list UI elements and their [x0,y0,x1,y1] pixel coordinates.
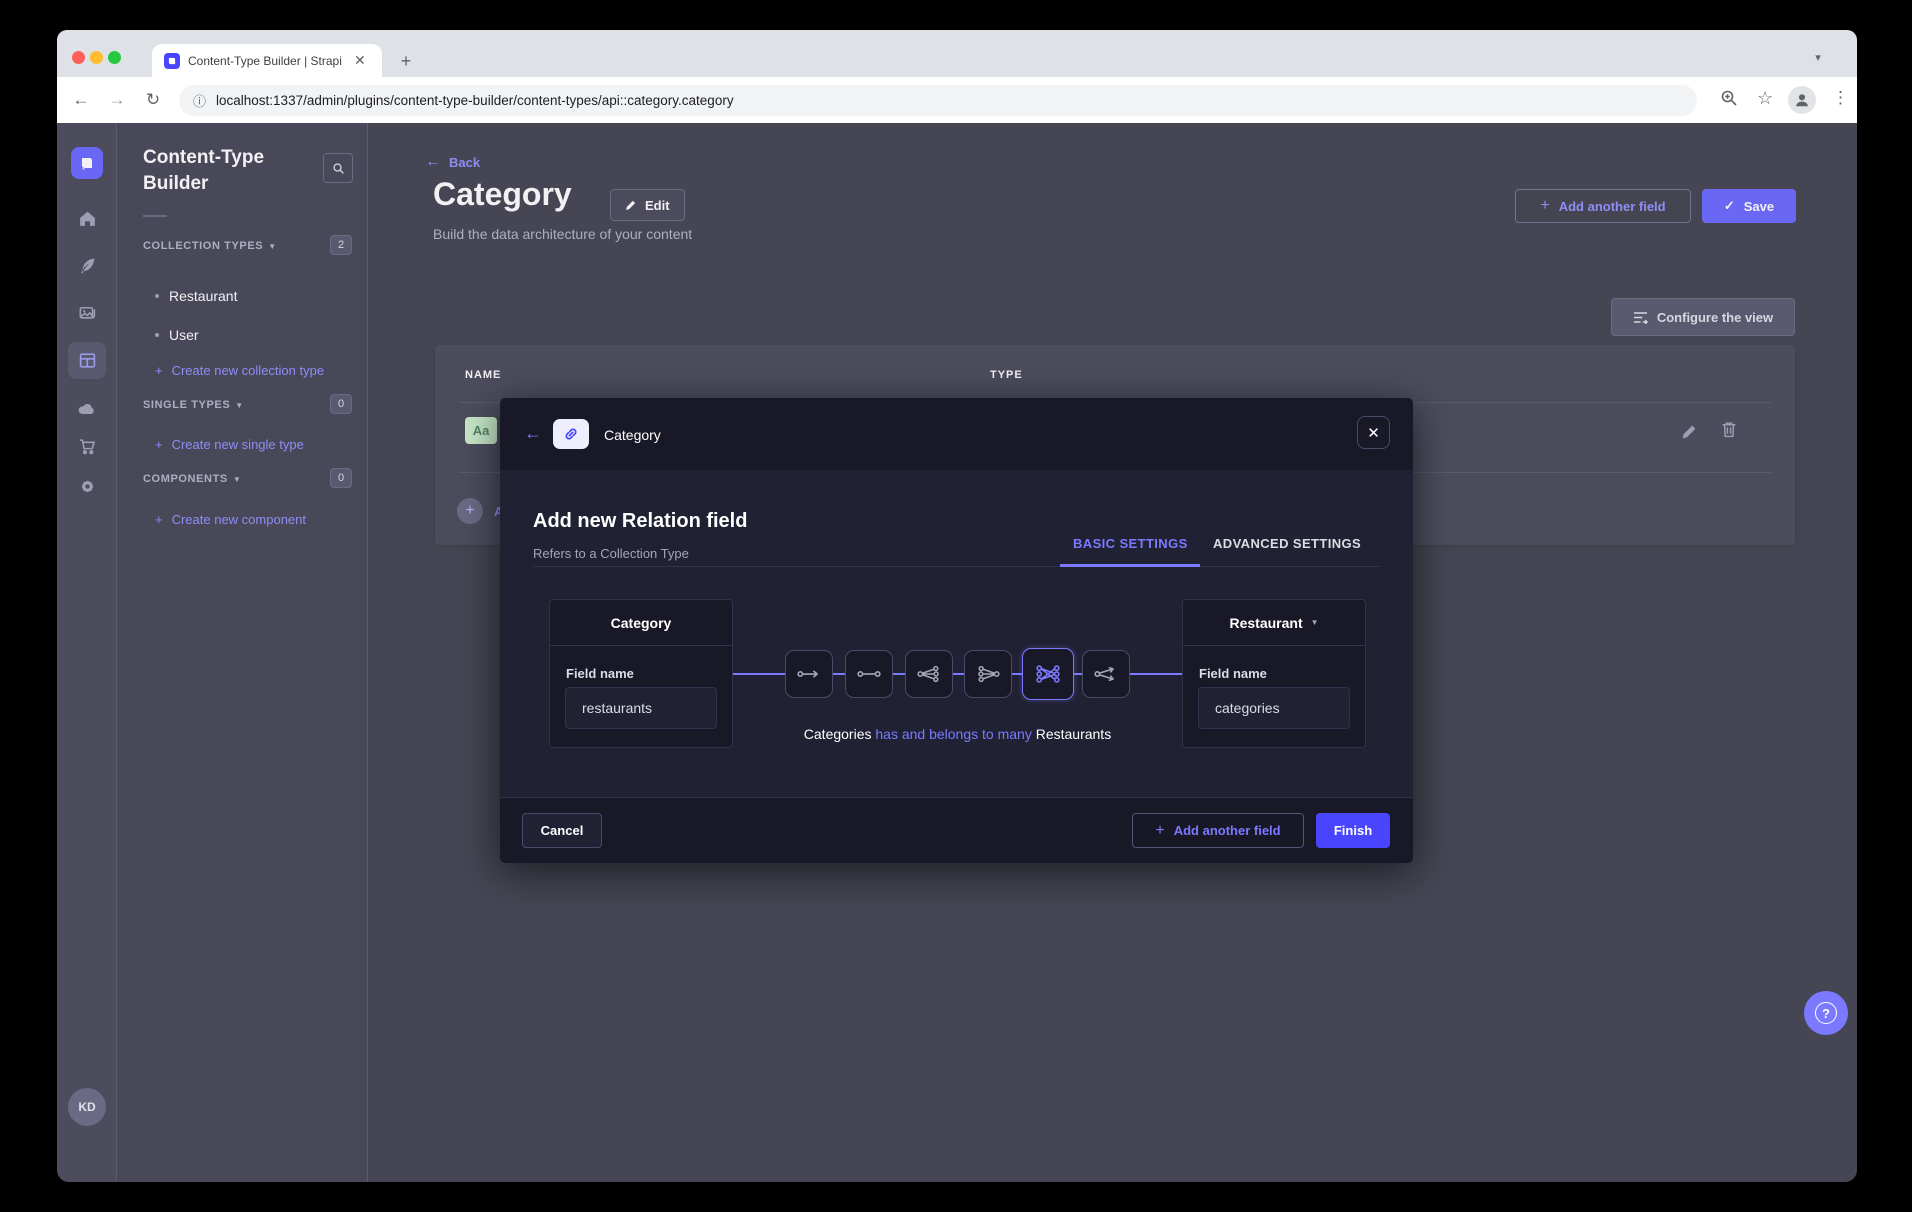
url-text: localhost:1337/admin/plugins/content-typ… [216,93,734,108]
modal-breadcrumb: Category [604,427,661,443]
screen: Content-Type Builder | Strapi ✕ + ▾ ← → … [0,0,1912,1212]
relation-one-to-one-icon[interactable] [845,650,893,698]
modal-add-another-field-button[interactable]: + Add another field [1132,813,1304,848]
browser-tab[interactable]: Content-Type Builder | Strapi ✕ [152,44,382,77]
browser-window: Content-Type Builder | Strapi ✕ + ▾ ← → … [57,30,1857,1182]
add-relation-modal: ← Category ✕ Add new Relation field Refe… [500,398,1413,863]
bookmark-star-icon[interactable]: ☆ [1757,88,1773,109]
help-button[interactable]: ? [1804,991,1848,1035]
back-nav-icon[interactable]: ← [69,88,93,112]
source-field-name-input[interactable]: restaurants [565,687,717,729]
strapi-favicon-icon [164,53,180,69]
divider [533,566,1380,567]
finish-button[interactable]: Finish [1316,813,1390,848]
profile-avatar-icon[interactable] [1788,86,1816,114]
zoom-page-icon[interactable] [1719,88,1739,108]
tab-advanced-settings[interactable]: ADVANCED SETTINGS [1213,536,1361,551]
forward-nav-icon[interactable]: → [105,88,129,112]
target-type-card: Restaurant ▼ Field name categories [1182,599,1366,748]
site-info-icon[interactable]: ⓘ [193,91,206,110]
browser-toolbar: ← → ↻ ⓘ localhost:1337/admin/plugins/con… [57,77,1857,123]
close-window-button[interactable] [72,51,85,64]
minimize-window-button[interactable] [90,51,103,64]
question-mark-icon: ? [1815,1002,1837,1024]
address-bar[interactable]: ⓘ localhost:1337/admin/plugins/content-t… [179,85,1697,116]
tab-title: Content-Type Builder | Strapi [188,54,348,68]
source-type-name: Category [550,600,732,646]
relation-many-to-one-icon[interactable] [964,650,1012,698]
new-tab-button[interactable]: + [394,50,418,74]
modal-header: ← Category ✕ [500,398,1413,470]
target-field-name-input[interactable]: categories [1198,687,1350,729]
source-type-card: Category Field name restaurants [549,599,733,748]
target-type-select[interactable]: Restaurant ▼ [1183,600,1365,646]
relation-link-icon [553,419,589,449]
tab-search-chevron-icon[interactable]: ▾ [1805,46,1831,72]
modal-back-arrow-icon[interactable]: ← [524,423,542,444]
active-tab-underline [1060,564,1200,567]
modal-subtitle: Refers to a Collection Type [533,546,689,561]
modal-footer: Cancel + Add another field Finish [500,797,1413,863]
relation-many-way-icon[interactable] [1082,650,1130,698]
cancel-button[interactable]: Cancel [522,813,602,848]
relation-one-way-icon[interactable] [785,650,833,698]
chevron-down-icon: ▼ [1311,618,1319,627]
close-icon[interactable]: ✕ [1357,416,1390,449]
plus-icon: + [1155,822,1164,840]
strapi-app: KD Content-Type Builder COLLECTION TYPES… [57,123,1857,1182]
relation-many-to-many-icon[interactable] [1022,648,1074,700]
reload-icon[interactable]: ↻ [141,88,165,112]
relation-caption: Categories has and belongs to many Resta… [733,726,1182,742]
maximize-window-button[interactable] [108,51,121,64]
modal-title: Add new Relation field [533,510,747,533]
tab-basic-settings[interactable]: BASIC SETTINGS [1073,536,1188,551]
tab-strip: Content-Type Builder | Strapi ✕ + ▾ [57,30,1857,77]
browser-menu-icon[interactable]: ⋮ [1832,88,1849,108]
relation-one-to-many-icon[interactable] [905,650,953,698]
modal-body: Add new Relation field Refers to a Colle… [500,470,1413,797]
tab-close-icon[interactable]: ✕ [354,52,366,69]
